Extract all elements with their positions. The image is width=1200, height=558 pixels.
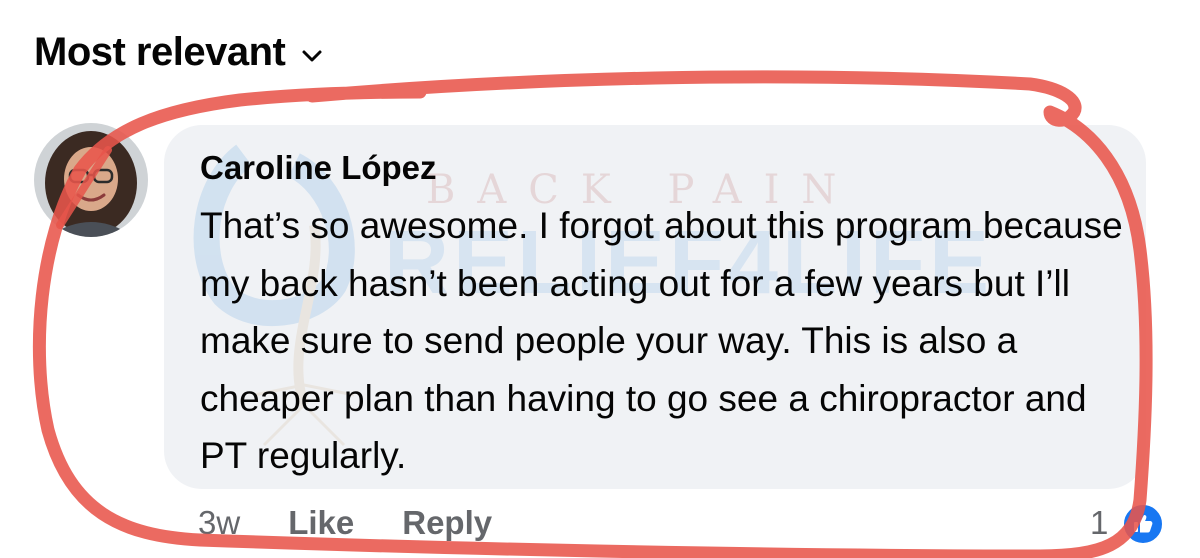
comment-bubble: BACK PAIN RELIEF4LIFE Caroline López Tha…	[164, 125, 1146, 489]
thumbs-up-icon[interactable]	[1121, 502, 1165, 546]
comments-panel: Most relevant BACK PAIN RELIEF4LIFE Caro…	[0, 0, 1200, 558]
thumbs-up-glyph	[1134, 515, 1153, 533]
comment-author[interactable]: Caroline López	[200, 149, 437, 187]
sort-label: Most relevant	[34, 30, 286, 74]
comment-text: That’s so awesome. I forgot about this p…	[200, 205, 1123, 476]
avatar[interactable]	[34, 123, 148, 237]
comment-timestamp[interactable]: 3w	[198, 504, 240, 542]
reaction-count[interactable]: 1	[1090, 504, 1108, 542]
comment-actions: 3w Like Reply	[198, 504, 492, 542]
reply-button[interactable]: Reply	[402, 504, 492, 542]
sort-dropdown[interactable]: Most relevant	[34, 30, 323, 75]
like-button[interactable]: Like	[288, 504, 354, 542]
chevron-down-icon	[302, 50, 322, 61]
avatar-photo	[34, 123, 148, 237]
